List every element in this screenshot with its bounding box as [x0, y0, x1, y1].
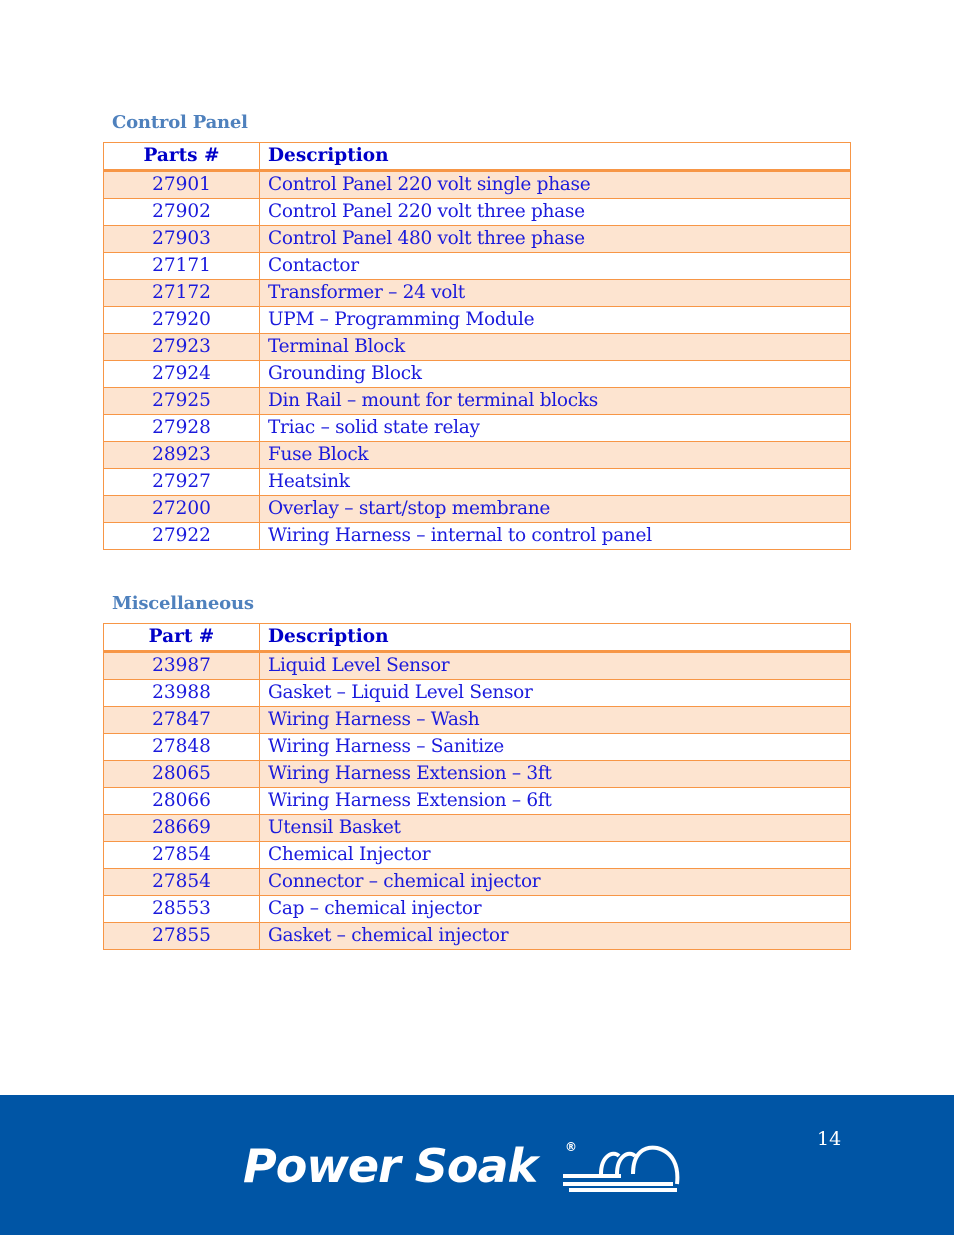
miscellaneous-table-body: 23987 Liquid Level Sensor 23988 Gasket – Li…: [103, 651, 851, 950]
table-row: 27854 Connector – chemical injector: [103, 868, 851, 896]
part-number-cell: 28066: [103, 787, 260, 815]
part-number-cell: 27855: [103, 922, 260, 950]
part-number-cell: 27923: [103, 333, 260, 361]
description-cell: Liquid Level Sensor: [259, 651, 851, 680]
column-header-part: Part #: [103, 623, 260, 653]
table-row: 27920 UPM – Programming Module: [103, 306, 851, 334]
table-row: 27901 Control Panel 220 volt single phase: [103, 170, 851, 199]
table-row: 27923 Terminal Block: [103, 333, 851, 361]
column-header-description: Description: [259, 623, 851, 653]
description-cell: Wiring Harness Extension – 3ft: [259, 760, 851, 788]
column-header-description: Description: [259, 142, 851, 172]
table-header-row: Part # Description: [103, 623, 851, 653]
table-row: 27171 Contactor: [103, 252, 851, 280]
table-row: 27200 Overlay – start/stop membrane: [103, 495, 851, 523]
description-cell: Overlay – start/stop membrane: [259, 495, 851, 523]
part-number-cell: 28923: [103, 441, 260, 469]
table-row: 27927 Heatsink: [103, 468, 851, 496]
description-cell: Transformer – 24 volt: [259, 279, 851, 307]
description-cell: Contactor: [259, 252, 851, 280]
section-title-miscellaneous: Miscellaneous: [112, 593, 254, 614]
table-row: 27848 Wiring Harness – Sanitize: [103, 733, 851, 761]
wave-logo-icon: [563, 1145, 680, 1192]
table-row: 27902 Control Panel 220 volt three phase: [103, 198, 851, 226]
control-panel-parts-table: Parts # Description 27901 Control Panel 2…: [103, 142, 851, 550]
table-row: 23988 Gasket – Liquid Level Sensor: [103, 679, 851, 707]
power-soak-logo: Power Soak ®: [243, 1138, 683, 1194]
column-header-part: Parts #: [103, 142, 260, 172]
part-number-cell: 27200: [103, 495, 260, 523]
table-row: 27854 Chemical Injector: [103, 841, 851, 869]
part-number-cell: 27925: [103, 387, 260, 415]
description-cell: Cap – chemical injector: [259, 895, 851, 923]
description-cell: Chemical Injector: [259, 841, 851, 869]
part-number-cell: 28669: [103, 814, 260, 842]
table-row: 28669 Utensil Basket: [103, 814, 851, 842]
table-row: 27903 Control Panel 480 volt three phase: [103, 225, 851, 253]
description-cell: Control Panel 220 volt single phase: [259, 170, 851, 199]
part-number-cell: 27901: [103, 170, 260, 199]
part-number-cell: 27922: [103, 522, 260, 550]
table-row: 28923 Fuse Block: [103, 441, 851, 469]
description-cell: Wiring Harness Extension – 6ft: [259, 787, 851, 815]
part-number-cell: 27854: [103, 868, 260, 896]
part-number-cell: 27847: [103, 706, 260, 734]
description-cell: Terminal Block: [259, 333, 851, 361]
part-number-cell: 27172: [103, 279, 260, 307]
part-number-cell: 27924: [103, 360, 260, 388]
table-header-row: Parts # Description: [103, 142, 851, 172]
part-number-cell: 27902: [103, 198, 260, 226]
table-row: 28553 Cap – chemical injector: [103, 895, 851, 923]
part-number-cell: 28065: [103, 760, 260, 788]
table-row: 28065 Wiring Harness Extension – 3ft: [103, 760, 851, 788]
part-number-cell: 27927: [103, 468, 260, 496]
description-cell: Utensil Basket: [259, 814, 851, 842]
page-number: 14: [817, 1128, 842, 1150]
part-number-cell: 27920: [103, 306, 260, 334]
description-cell: Gasket – chemical injector: [259, 922, 851, 950]
description-cell: Heatsink: [259, 468, 851, 496]
table-row: 27855 Gasket – chemical injector: [103, 922, 851, 950]
section-title-control-panel: Control Panel: [112, 112, 248, 133]
description-cell: Connector – chemical injector: [259, 868, 851, 896]
description-cell: Control Panel 480 volt three phase: [259, 225, 851, 253]
part-number-cell: 27928: [103, 414, 260, 442]
part-number-cell: 27854: [103, 841, 260, 869]
table-row: 27172 Transformer – 24 volt: [103, 279, 851, 307]
description-cell: Control Panel 220 volt three phase: [259, 198, 851, 226]
part-number-cell: 27848: [103, 733, 260, 761]
part-number-cell: 28553: [103, 895, 260, 923]
description-cell: Wiring Harness – internal to control pan…: [259, 522, 851, 550]
description-cell: Triac – solid state relay: [259, 414, 851, 442]
description-cell: Fuse Block: [259, 441, 851, 469]
part-number-cell: 27903: [103, 225, 260, 253]
table-row: 27847 Wiring Harness – Wash: [103, 706, 851, 734]
table-row: 28066 Wiring Harness Extension – 6ft: [103, 787, 851, 815]
table-row: 27924 Grounding Block: [103, 360, 851, 388]
description-cell: Gasket – Liquid Level Sensor: [259, 679, 851, 707]
description-cell: Din Rail – mount for terminal blocks: [259, 387, 851, 415]
description-cell: UPM – Programming Module: [259, 306, 851, 334]
description-cell: Wiring Harness – Sanitize: [259, 733, 851, 761]
description-cell: Wiring Harness – Wash: [259, 706, 851, 734]
brand-name: Power Soak: [243, 1139, 538, 1193]
part-number-cell: 23987: [103, 651, 260, 680]
table-row: 27922 Wiring Harness – internal to contro…: [103, 522, 851, 550]
table-row: 23987 Liquid Level Sensor: [103, 651, 851, 680]
control-panel-table-body: 27901 Control Panel 220 volt single phase…: [103, 170, 851, 550]
table-row: 27925 Din Rail – mount for terminal block…: [103, 387, 851, 415]
part-number-cell: 27171: [103, 252, 260, 280]
table-row: 27928 Triac – solid state relay: [103, 414, 851, 442]
description-cell: Grounding Block: [259, 360, 851, 388]
part-number-cell: 23988: [103, 679, 260, 707]
miscellaneous-parts-table: Part # Description 23987 Liquid Level Sen…: [103, 623, 851, 950]
